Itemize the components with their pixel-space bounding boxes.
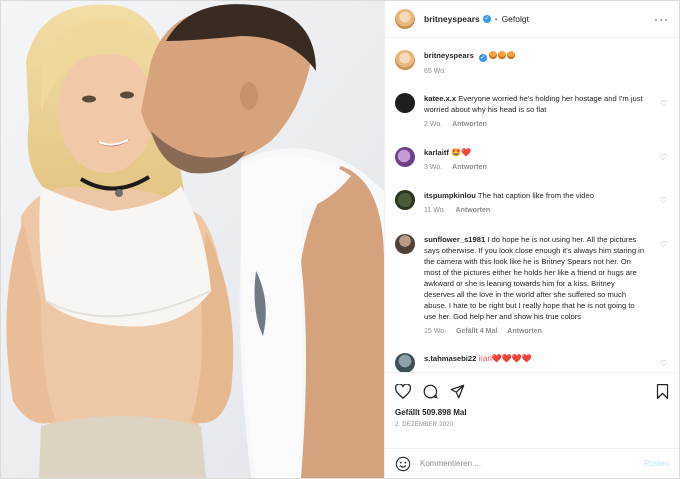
comment-composer: Posten [385,448,679,478]
couple-photo-illustration [1,1,384,478]
comment-username[interactable]: sunflower_s1981 [424,235,485,244]
caption-username[interactable]: britneyspears [424,51,474,60]
caption: britneyspears ✓ 65 Wo. [395,50,669,75]
comment-bubble-icon[interactable] [423,384,438,399]
comment-text: I do hope he is not using her. All the p… [424,235,645,321]
comment-username[interactable]: itspumpkinlou [424,191,476,200]
comment-username[interactable]: s.tahmasebi22 [424,354,476,363]
comment-text: iran❤️❤️❤️❤️ [478,354,532,363]
orange-heart-emoji [489,51,516,60]
comment-text: Everyone worried he's holding her hostag… [424,94,643,114]
owner-avatar[interactable] [395,9,415,29]
like-comment-heart-icon[interactable]: ♡ [660,196,667,205]
post-window: britneyspears ✓ • Gefolgt ··· britneyspe… [0,0,680,479]
commenter-avatar[interactable] [395,234,415,254]
more-horizontal-icon[interactable]: ··· [654,12,669,26]
post-photo[interactable] [1,1,384,478]
comments-list[interactable]: britneyspears ✓ 65 Wo. katee.x.x Everyon… [385,38,679,372]
comment-text: The hat caption like from the video [477,191,594,200]
like-comment-heart-icon[interactable]: ♡ [660,153,667,162]
like-comment-heart-icon[interactable]: ♡ [660,99,667,108]
commenter-avatar[interactable] [395,147,415,167]
commenter-avatar[interactable] [395,93,415,113]
comment-likes-count[interactable]: Gefällt 4 Mal [456,328,497,335]
reply-button[interactable]: Antworten [452,121,487,128]
reply-button[interactable]: Antworten [456,207,491,214]
post-actions: Gefällt 509.898 Mal 2. DEZEMBER 2020 [385,372,679,448]
reply-button[interactable]: Antworten [507,328,542,335]
comment-text: 🤩❤️ [451,148,471,157]
like-comment-heart-icon[interactable]: ♡ [660,240,667,249]
comment-username[interactable]: karlaitf [424,148,449,157]
owner-username[interactable]: britneyspears [424,14,480,24]
post-sidebar: britneyspears ✓ • Gefolgt ··· britneyspe… [384,1,679,478]
comment-item: sunflower_s1981 I do hope he is not usin… [395,234,669,335]
bookmark-icon[interactable] [656,383,669,399]
emoji-smiley-icon[interactable] [395,456,411,472]
like-heart-icon[interactable] [395,383,411,399]
verified-badge-icon: ✓ [482,15,491,23]
follow-status-button[interactable]: Gefolgt [502,14,529,24]
comment-item: katee.x.x Everyone worried he's holding … [395,93,669,128]
post-header: britneyspears ✓ • Gefolgt ··· [385,1,679,38]
comment-input[interactable] [420,459,645,468]
post-comment-button[interactable]: Posten [644,459,669,468]
comment-age[interactable]: 11 Wo. [424,207,446,214]
commenter-avatar[interactable] [395,353,415,372]
comment-username[interactable]: katee.x.x [424,94,456,103]
comment-age[interactable]: 3 Wo. [424,164,442,171]
verified-badge-icon: ✓ [478,54,487,62]
separator-dot: • [494,14,498,24]
comment-age[interactable]: 2 Wo. [424,121,442,128]
caption-avatar[interactable] [395,50,415,70]
like-comment-heart-icon[interactable]: ♡ [660,359,667,368]
share-paper-plane-icon[interactable] [450,384,465,399]
comment-age[interactable]: 15 Wo. [424,328,446,335]
commenter-avatar[interactable] [395,190,415,210]
comment-item: s.tahmasebi22 iran❤️❤️❤️❤️ ♡ [395,353,669,372]
comment-item: itspumpkinlou The hat caption like from … [395,190,669,214]
reply-button[interactable]: Antworten [452,164,487,171]
likes-count[interactable]: Gefällt 509.898 Mal [395,408,669,417]
post-date: 2. DEZEMBER 2020 [395,422,454,428]
comment-item: karlaitf 🤩❤️ 3 Wo. Antworten ♡ [395,147,669,171]
caption-age[interactable]: 65 Wo. [424,68,446,75]
